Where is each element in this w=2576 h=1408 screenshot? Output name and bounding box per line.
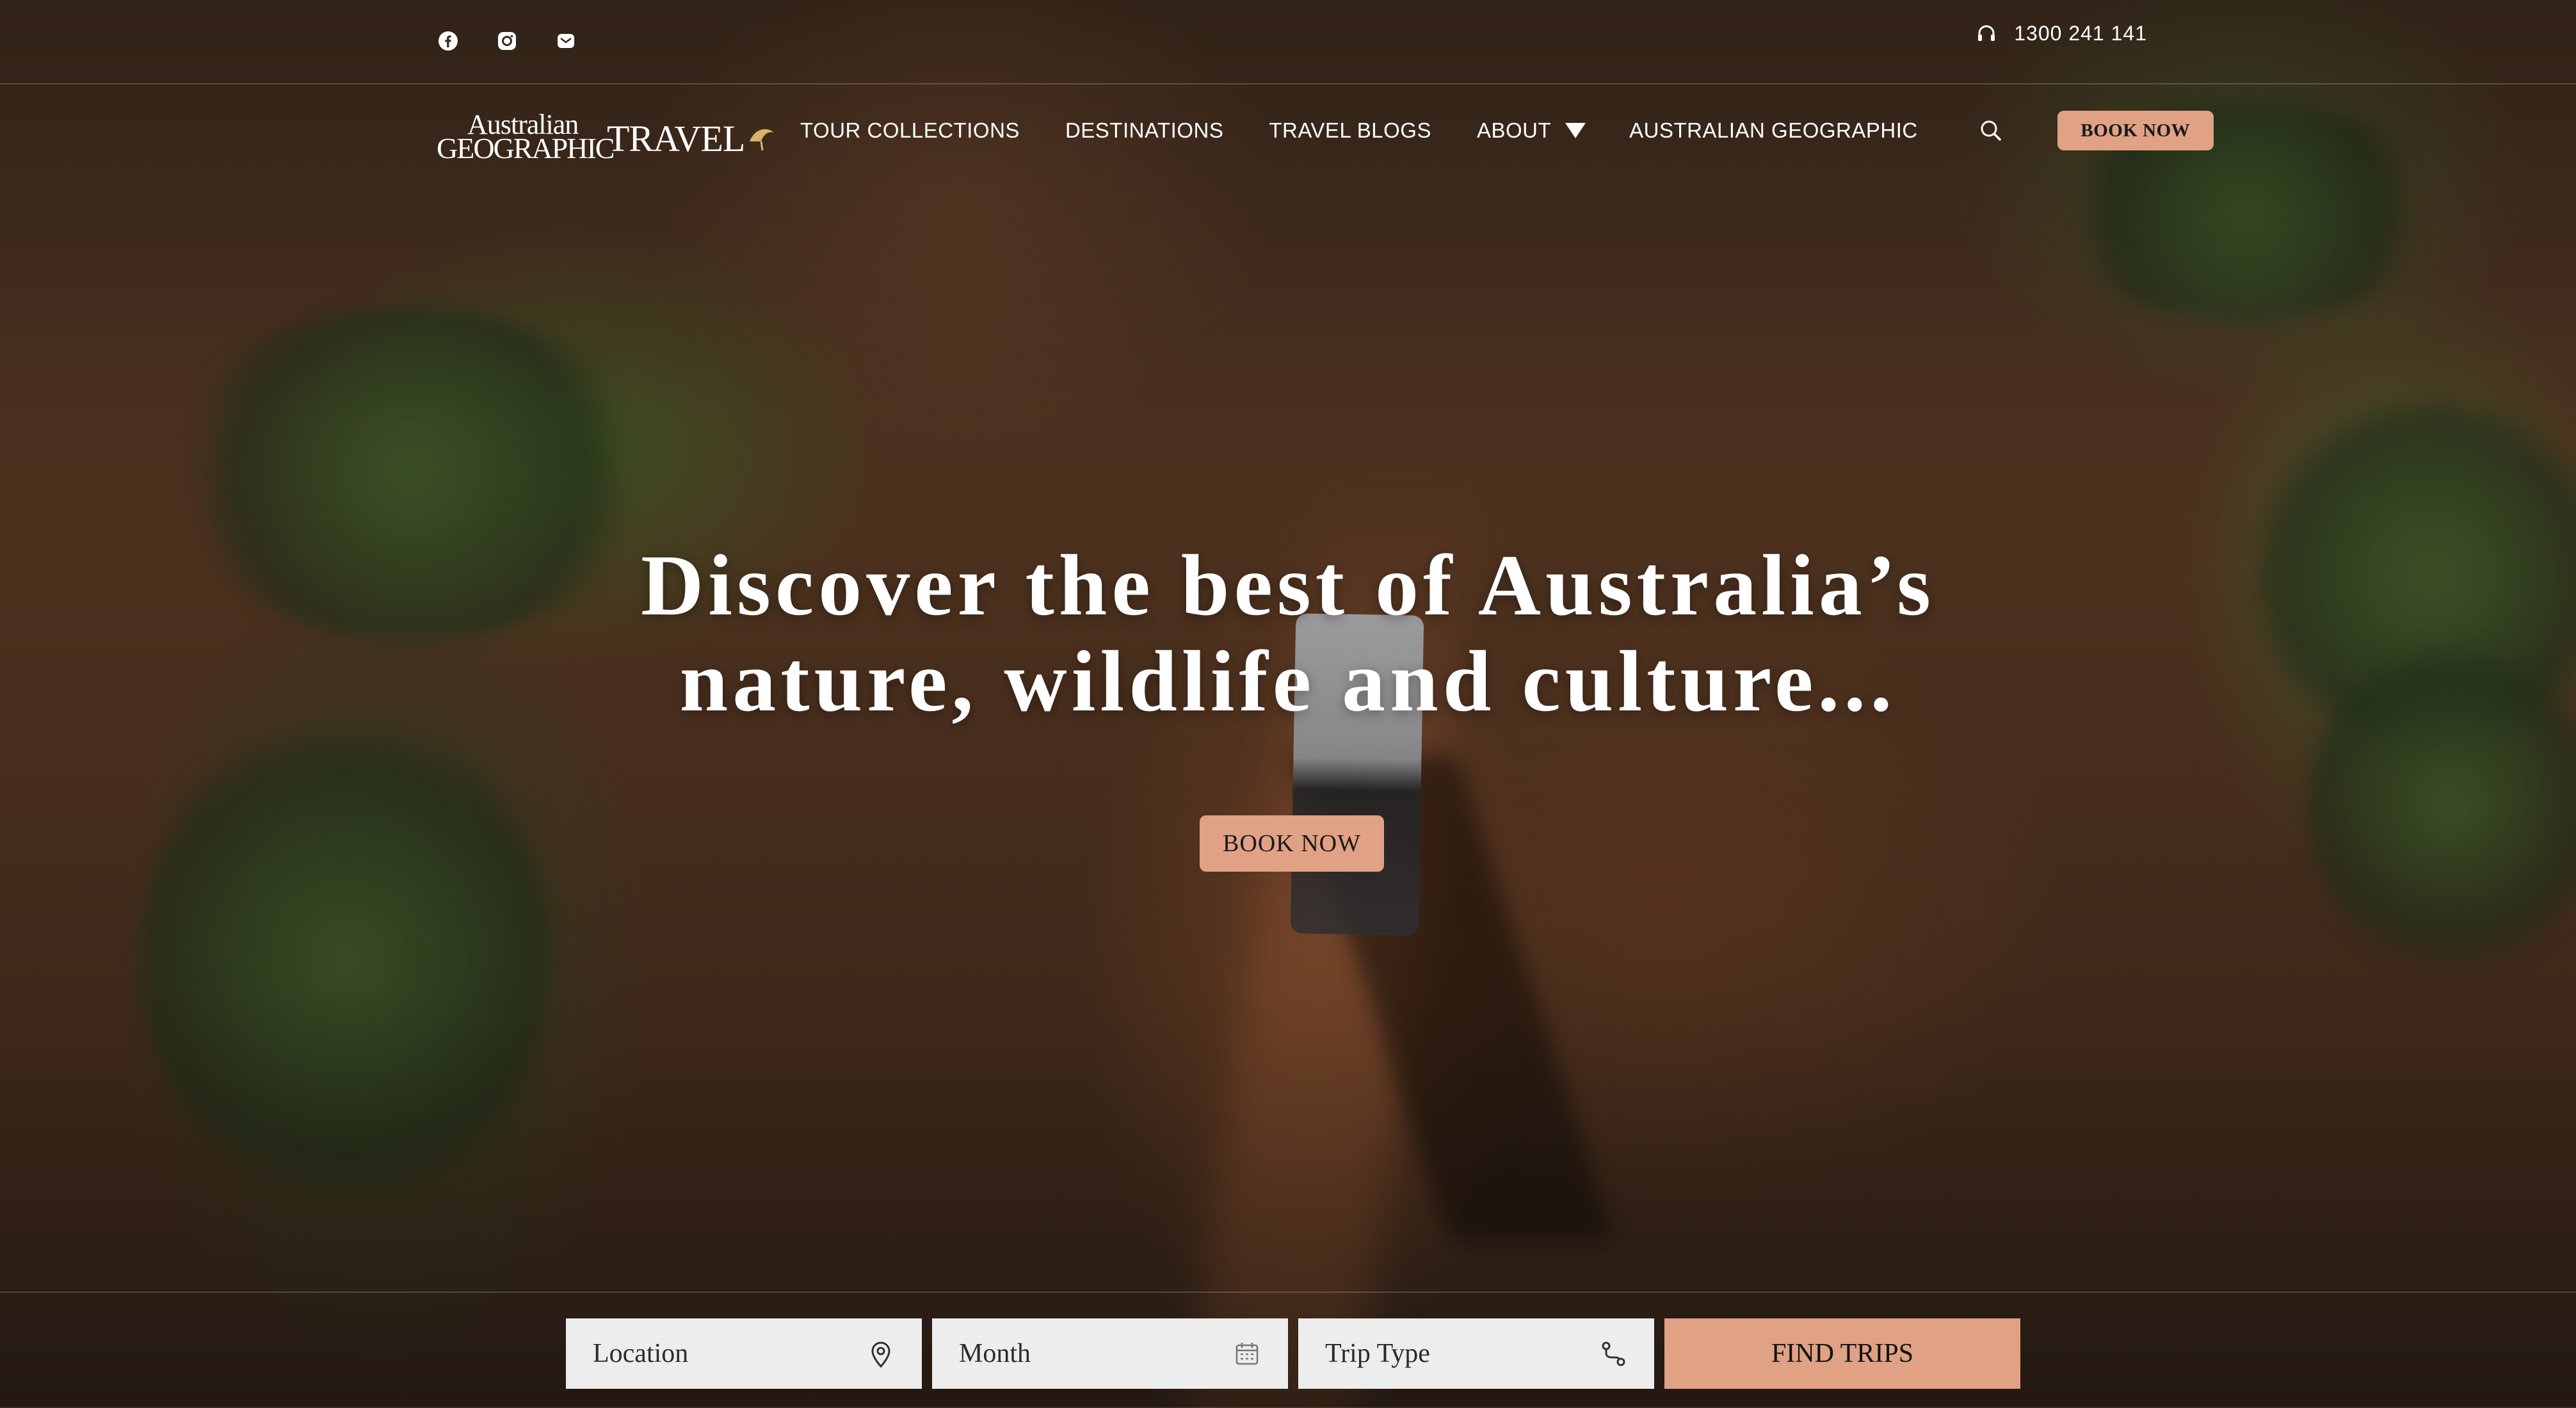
phone-number: 1300 241 141	[2014, 22, 2147, 45]
hero-title-line-1: Discover the best of Australia’s	[640, 538, 1935, 634]
calendar-icon	[1236, 1343, 1259, 1365]
location-field[interactable]: Location	[566, 1318, 922, 1389]
nav-tour-collections[interactable]: TOUR COLLECTIONS	[800, 118, 1020, 143]
nav-about[interactable]: ABOUT	[1477, 118, 1586, 143]
logo-line-travel: TRAVEL	[607, 117, 745, 159]
month-field[interactable]: Month	[932, 1318, 1288, 1389]
logo-wordmark: Australian GEOGRAPHIC	[437, 107, 615, 164]
map-pin-icon	[871, 1341, 890, 1368]
logo-mark-icon	[750, 129, 775, 151]
header-book-now-button[interactable]: BOOK NOW	[2057, 111, 2214, 150]
nav-australian-geographic[interactable]: AUSTRALIAN GEOGRAPHIC	[1629, 118, 1918, 143]
contact-phone[interactable]: 1300 241 141	[1976, 22, 2147, 45]
trip-type-placeholder: Trip Type	[1325, 1339, 1430, 1368]
location-placeholder: Location	[593, 1339, 689, 1368]
trip-type-field[interactable]: Trip Type	[1298, 1318, 1654, 1389]
logo-line-geographic: GEOGRAPHIC	[437, 132, 615, 164]
hero-title: Discover the best of Australia’s nature,…	[0, 538, 2576, 730]
find-trips-button[interactable]: FIND TRIPS	[1664, 1318, 2020, 1389]
route-icon	[1602, 1341, 1625, 1366]
nav-about-label: ABOUT	[1476, 118, 1552, 142]
header-divider	[0, 83, 2576, 84]
social-links	[435, 28, 579, 54]
caret-down-icon	[1565, 123, 1586, 138]
facebook-icon[interactable]	[435, 28, 461, 54]
search-icon[interactable]	[1978, 118, 2004, 143]
main-nav: TOUR COLLECTIONS DESTINATIONS TRAVEL BLO…	[800, 111, 2214, 150]
month-placeholder: Month	[959, 1339, 1031, 1368]
mail-icon[interactable]	[553, 28, 579, 54]
trip-search-bar: Location Month Trip Type FIND TRIPS	[566, 1318, 2020, 1389]
nav-destinations[interactable]: DESTINATIONS	[1065, 118, 1223, 143]
hero-title-line-2: nature, wildlife and culture...	[679, 634, 1897, 730]
search-divider	[0, 1292, 2576, 1293]
site-logo[interactable]: Australian GEOGRAPHIC TRAVEL	[437, 102, 777, 166]
headset-icon	[1978, 25, 1995, 41]
hero-book-now-button[interactable]: BOOK NOW	[1200, 815, 1384, 872]
nav-travel-blogs[interactable]: TRAVEL BLOGS	[1269, 118, 1431, 143]
instagram-icon[interactable]	[494, 28, 520, 54]
